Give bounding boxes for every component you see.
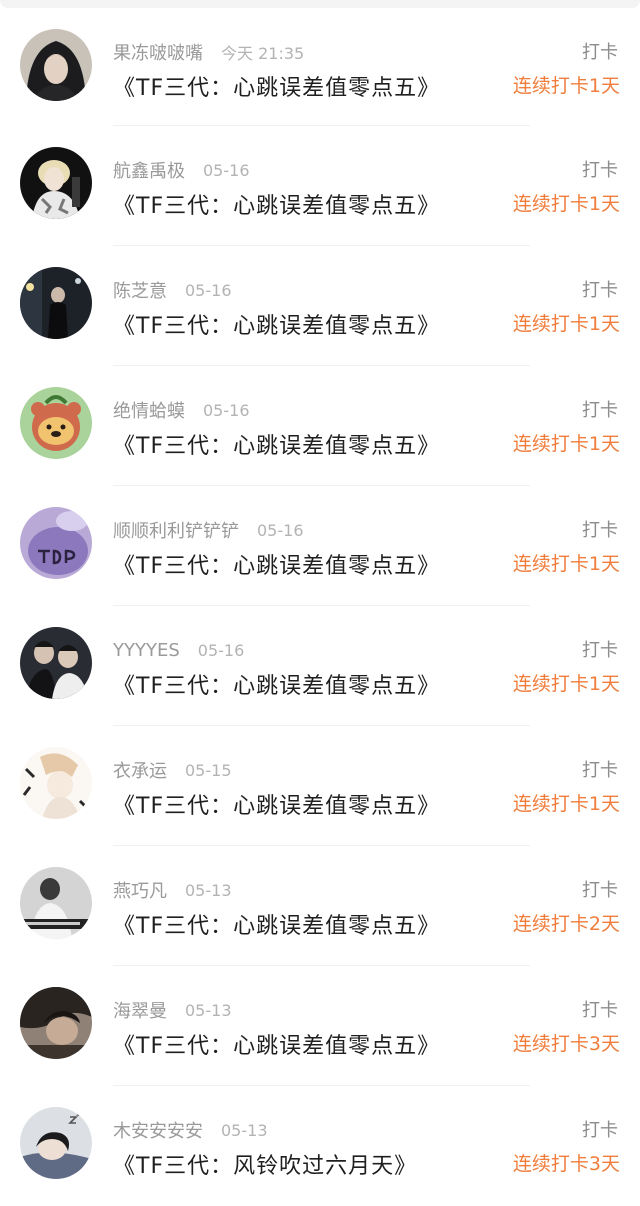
checkin-type: 打卡 [582, 400, 618, 421]
item-meta: 航鑫禹极 05-16 [113, 156, 250, 184]
checkin-type: 打卡 [582, 880, 618, 901]
username[interactable]: 航鑫禹极 [113, 157, 185, 183]
timestamp: 05-16 [197, 640, 245, 660]
avatar[interactable] [20, 747, 92, 819]
streak-label: 连续打卡3天 [512, 1153, 620, 1175]
streak-label: 连续打卡1天 [512, 313, 620, 335]
avatar[interactable] [20, 29, 92, 101]
username[interactable]: 燕巧凡 [113, 877, 167, 903]
timestamp: 今天 21:35 [221, 44, 305, 63]
item-meta: YYYYES 05-16 [113, 636, 244, 664]
book-title[interactable]: 《TF三代：心跳误差值零点五》 [113, 308, 440, 340]
timestamp: 05-16 [185, 280, 232, 300]
avatar[interactable] [20, 627, 92, 699]
timestamp: 05-15 [185, 760, 232, 780]
username[interactable]: 绝情蛤蟆 [113, 397, 185, 423]
item-meta: 绝情蛤蟆 05-16 [113, 396, 250, 424]
list-item[interactable]: 海翠曼 05-13 《TF三代：心跳误差值零点五》 打卡 连续打卡3天 [0, 966, 640, 1086]
checkin-type: 打卡 [582, 640, 618, 661]
item-meta: 木安安安安 05-13 [113, 1116, 268, 1144]
book-title[interactable]: 《TF三代：心跳误差值零点五》 [113, 1028, 440, 1060]
username[interactable]: 木安安安安 [113, 1117, 203, 1143]
username[interactable]: 衣承运 [113, 757, 167, 783]
book-title[interactable]: 《TF三代：心跳误差值零点五》 [113, 668, 440, 700]
avatar[interactable] [20, 267, 92, 339]
streak-label: 连续打卡1天 [512, 193, 620, 215]
checkin-type: 打卡 [582, 160, 618, 181]
book-title[interactable]: 《TF三代：心跳误差值零点五》 [113, 428, 440, 460]
username[interactable]: 顺顺利利铲铲铲 [113, 517, 239, 543]
avatar[interactable] [20, 147, 92, 219]
list-item[interactable]: 绝情蛤蟆 05-16 《TF三代：心跳误差值零点五》 打卡 连续打卡1天 [0, 366, 640, 486]
item-meta: 燕巧凡 05-13 [113, 876, 232, 904]
book-title[interactable]: 《TF三代：心跳误差值零点五》 [113, 188, 440, 220]
item-meta: 衣承运 05-15 [113, 756, 232, 784]
checkin-type: 打卡 [582, 1120, 618, 1141]
username[interactable]: 陈芝意 [113, 277, 167, 303]
book-title[interactable]: 《TF三代：心跳误差值零点五》 [113, 70, 440, 102]
checkin-feed-list: 果冻啵啵嘴 今天 21:35 《TF三代：心跳误差值零点五》 打卡 连续打卡1天… [0, 8, 640, 1206]
list-item[interactable]: 果冻啵啵嘴 今天 21:35 《TF三代：心跳误差值零点五》 打卡 连续打卡1天 [0, 8, 640, 126]
item-meta: 陈芝意 05-16 [113, 276, 232, 304]
streak-label: 连续打卡1天 [512, 75, 620, 97]
timestamp: 05-13 [221, 1120, 268, 1140]
list-item[interactable]: 燕巧凡 05-13 《TF三代：心跳误差值零点五》 打卡 连续打卡2天 [0, 846, 640, 966]
streak-label: 连续打卡1天 [512, 673, 620, 695]
list-item[interactable]: 顺顺利利铲铲铲 05-16 《TF三代：心跳误差值零点五》 打卡 连续打卡1天 [0, 486, 640, 606]
list-item[interactable]: 衣承运 05-15 《TF三代：心跳误差值零点五》 打卡 连续打卡1天 [0, 726, 640, 846]
avatar[interactable] [20, 387, 92, 459]
timestamp: 05-13 [185, 1000, 232, 1020]
book-title[interactable]: 《TF三代：风铃吹过六月天》 [113, 1148, 417, 1180]
streak-label: 连续打卡1天 [512, 553, 620, 575]
streak-label: 连续打卡3天 [512, 1033, 620, 1055]
avatar[interactable] [20, 1107, 92, 1179]
username[interactable]: 海翠曼 [113, 997, 167, 1023]
avatar[interactable] [20, 507, 92, 579]
item-meta: 顺顺利利铲铲铲 05-16 [113, 516, 304, 544]
timestamp: 05-16 [257, 520, 304, 540]
checkin-type: 打卡 [582, 1000, 618, 1021]
item-meta: 海翠曼 05-13 [113, 996, 232, 1024]
book-title[interactable]: 《TF三代：心跳误差值零点五》 [113, 548, 440, 580]
streak-label: 连续打卡2天 [512, 913, 620, 935]
checkin-type: 打卡 [582, 280, 618, 301]
top-edge [0, 0, 640, 8]
streak-label: 连续打卡1天 [512, 793, 620, 815]
list-item[interactable]: 航鑫禹极 05-16 《TF三代：心跳误差值零点五》 打卡 连续打卡1天 [0, 126, 640, 246]
avatar[interactable] [20, 987, 92, 1059]
book-title[interactable]: 《TF三代：心跳误差值零点五》 [113, 908, 440, 940]
list-item[interactable]: 陈芝意 05-16 《TF三代：心跳误差值零点五》 打卡 连续打卡1天 [0, 246, 640, 366]
checkin-type: 打卡 [582, 520, 618, 541]
timestamp: 05-13 [185, 880, 232, 900]
checkin-type: 打卡 [582, 760, 618, 781]
list-item[interactable]: YYYYES 05-16 《TF三代：心跳误差值零点五》 打卡 连续打卡1天 [0, 606, 640, 726]
timestamp: 05-16 [203, 400, 250, 420]
list-item[interactable]: 木安安安安 05-13 《TF三代：风铃吹过六月天》 打卡 连续打卡3天 [0, 1086, 640, 1206]
avatar[interactable] [20, 867, 92, 939]
timestamp: 05-16 [203, 160, 250, 180]
streak-label: 连续打卡1天 [512, 433, 620, 455]
checkin-type: 打卡 [582, 42, 618, 63]
book-title[interactable]: 《TF三代：心跳误差值零点五》 [113, 788, 440, 820]
item-meta: 果冻啵啵嘴 今天 21:35 [113, 38, 304, 66]
username[interactable]: YYYYES [113, 640, 180, 661]
username[interactable]: 果冻啵啵嘴 [113, 39, 203, 65]
